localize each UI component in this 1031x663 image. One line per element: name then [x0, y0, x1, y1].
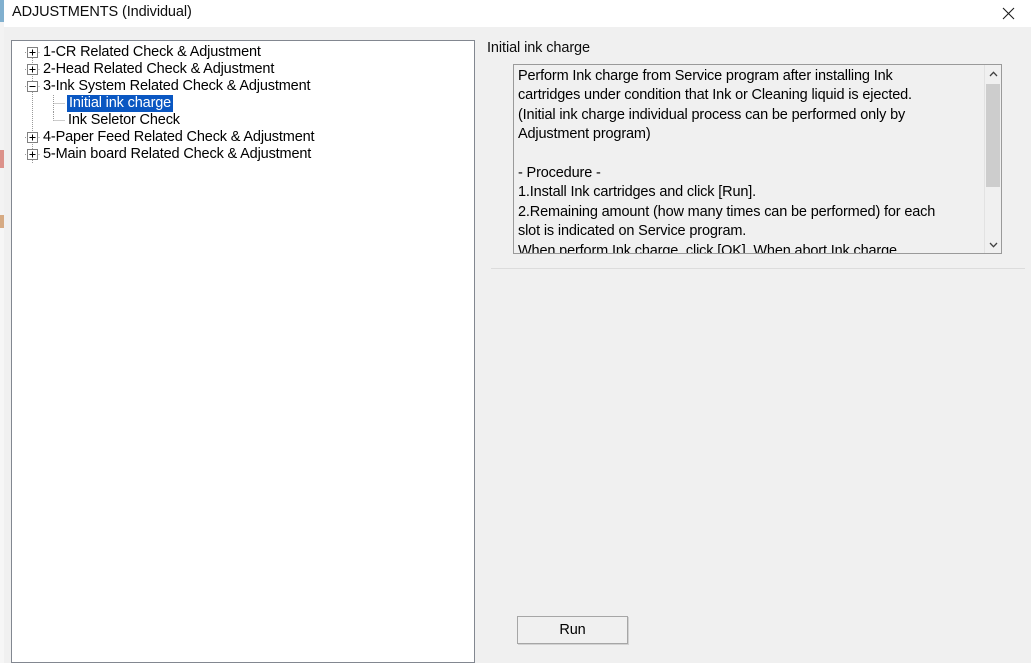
- tree-item-ink-seletor-check[interactable]: Ink Seletor Check: [12, 112, 474, 129]
- scroll-up-button[interactable]: [985, 65, 1001, 82]
- scroll-down-button[interactable]: [985, 236, 1001, 253]
- plus-box-icon[interactable]: [25, 62, 40, 77]
- tree-item-paper-feed-related[interactable]: 4-Paper Feed Related Check & Adjustment: [12, 129, 474, 146]
- detail-panel: Initial ink charge Perform Ink charge fr…: [484, 27, 1031, 663]
- chevron-up-icon: [989, 70, 997, 76]
- close-icon: [1002, 7, 1014, 20]
- tree-branch-end-icon: [50, 112, 65, 129]
- window-body: 1-CR Related Check & Adjustment 2-Head R…: [4, 27, 1031, 663]
- tree-item-label: Initial ink charge: [67, 95, 174, 112]
- tree-item-label: 1-CR Related Check & Adjustment: [43, 44, 261, 60]
- plus-box-icon[interactable]: [25, 130, 40, 145]
- description-text: Perform Ink charge from Service program …: [518, 68, 936, 254]
- tree-item-label: 4-Paper Feed Related Check & Adjustment: [43, 129, 315, 145]
- minus-box-icon[interactable]: [25, 79, 40, 94]
- plus-box-icon[interactable]: [25, 147, 40, 162]
- chevron-down-icon: [989, 242, 997, 248]
- scrollbar-thumb[interactable]: [986, 84, 1000, 187]
- run-button[interactable]: Run: [517, 616, 628, 644]
- tree-item-cr-related[interactable]: 1-CR Related Check & Adjustment: [12, 44, 474, 61]
- description-textbox[interactable]: Perform Ink charge from Service program …: [513, 64, 1002, 254]
- plus-box-icon[interactable]: [25, 45, 40, 60]
- close-button[interactable]: [985, 0, 1031, 27]
- description-scrollbar[interactable]: [984, 65, 1001, 253]
- adjustment-tree-panel[interactable]: 1-CR Related Check & Adjustment 2-Head R…: [11, 40, 475, 663]
- adjustments-window: ADJUSTMENTS (Individual) 1-CR Related Ch…: [4, 0, 1031, 663]
- tree-item-label: 2-Head Related Check & Adjustment: [43, 61, 275, 77]
- tree-branch-tee-icon: [50, 95, 65, 112]
- tree-item-label: 3-Ink System Related Check & Adjustment: [43, 78, 311, 94]
- title-bar: ADJUSTMENTS (Individual): [4, 0, 1031, 28]
- tree-item-label: 5-Main board Related Check & Adjustment: [43, 146, 312, 162]
- tree-item-head-related[interactable]: 2-Head Related Check & Adjustment: [12, 61, 474, 78]
- detail-title: Initial ink charge: [487, 40, 590, 56]
- tree-item-initial-ink-charge[interactable]: Initial ink charge: [12, 95, 474, 112]
- tree-item-ink-system-related[interactable]: 3-Ink System Related Check & Adjustment: [12, 78, 474, 95]
- tree-item-label: Ink Seletor Check: [68, 112, 180, 128]
- tree-root: 1-CR Related Check & Adjustment 2-Head R…: [12, 41, 474, 163]
- tree-item-main-board-related[interactable]: 5-Main board Related Check & Adjustment: [12, 146, 474, 163]
- detail-separator: [491, 268, 1025, 269]
- window-title: ADJUSTMENTS (Individual): [12, 4, 192, 20]
